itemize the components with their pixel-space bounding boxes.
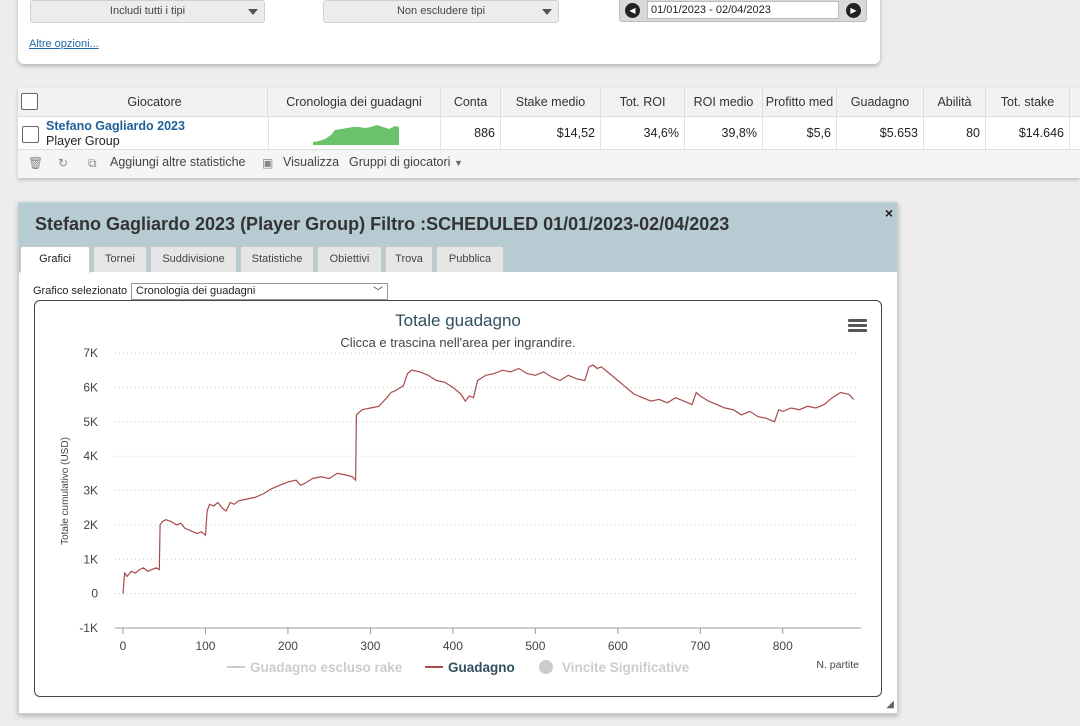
player-name-link[interactable]: Stefano Gagliardo 2023 — [46, 119, 185, 133]
chevron-down-icon — [542, 9, 552, 15]
tot-roi-value: 34,6% — [601, 117, 685, 150]
y-axis-label: Totale cumulativo (USD) — [60, 437, 71, 545]
series-line-guadagno — [122, 364, 855, 594]
stake-medio-value: $14,52 — [501, 117, 601, 150]
y-tick-label: 4K — [83, 449, 98, 463]
x-tick-label: 600 — [608, 639, 628, 653]
add-stats-button[interactable]: Aggiungi altre statistiche — [110, 155, 246, 169]
earnings-sparkline — [313, 125, 399, 145]
player-chart-dialog: Stefano Gagliardo 2023 (Player Group) Fi… — [18, 202, 898, 714]
column-header-roi-medio[interactable]: ROI medio — [685, 88, 763, 117]
tab-obiettivi[interactable]: Obiettivi — [317, 246, 382, 272]
type-exclude-dropdown[interactable]: Non escludere tipi — [323, 0, 559, 23]
type-exclude-value: Non escludere tipi — [396, 5, 486, 17]
date-range-input[interactable]: 01/01/2023 - 02/04/2023 — [647, 1, 839, 19]
column-header-guadagno[interactable]: Guadagno — [837, 88, 924, 117]
tab-pubblica[interactable]: Pubblica — [436, 246, 504, 272]
table-header: Giocatore Cronologia dei guadagni Conta … — [18, 88, 1080, 117]
tab-trova[interactable]: Trova — [385, 246, 433, 272]
conta-value: 886 — [441, 117, 501, 150]
column-header-abilita[interactable]: Abilità — [924, 88, 986, 117]
column-header-tot-roi[interactable]: Tot. ROI — [601, 88, 685, 117]
menu-icon-bar-2 — [848, 329, 867, 332]
menu-icon-bar-1 — [848, 324, 867, 327]
legend-item-guadagno: Guadagno — [448, 660, 515, 675]
player-type: Player Group — [46, 134, 120, 148]
tab-grafici[interactable]: Grafici — [20, 246, 90, 273]
roi-medio-value: 39,8% — [685, 117, 763, 150]
earnings-chart[interactable]: Totale guadagno Clicca e trascina nell'ar… — [35, 301, 881, 696]
y-tick-label: 5K — [83, 415, 98, 429]
y-tick-label: -1K — [79, 621, 98, 635]
player-groups-label: Gruppi di giocatori — [349, 155, 451, 169]
type-include-value: Includi tutti i tipi — [109, 5, 186, 17]
column-header-tot-stake[interactable]: Tot. stake — [986, 88, 1070, 117]
next-period-icon[interactable]: ▶ — [846, 3, 861, 18]
y-tick-label: 2K — [83, 518, 98, 532]
chevron-down-icon: ﹀ — [373, 287, 383, 298]
tab-suddivisione[interactable]: Suddivisione — [150, 246, 237, 272]
x-tick-label: 500 — [525, 639, 545, 653]
view-button[interactable]: Visualizza — [283, 155, 339, 169]
x-tick-label: 700 — [690, 639, 710, 653]
profitto-medio-value: $5,6 — [763, 117, 837, 150]
column-header-profitto-medio[interactable]: Profitto med — [763, 88, 837, 117]
legend-item-vincite: Vincite Significative — [562, 660, 690, 675]
tab-tornei[interactable]: Tornei — [93, 246, 147, 272]
table-toolbar: 🗑 ↻ ⧉ Aggiungi altre statistiche ▣ Visua… — [18, 151, 1080, 175]
chart-selector-value: Cronologia dei guadagni — [136, 285, 256, 297]
more-options-link[interactable]: Altre opzioni... — [29, 38, 99, 50]
y-tick-label: 7K — [83, 346, 98, 360]
chart-selector-label: Grafico selezionato — [33, 285, 128, 297]
table-row[interactable]: Stefano Gagliardo 2023 Player Group 886 … — [18, 117, 1080, 150]
image-icon: ▣ — [262, 156, 274, 170]
y-tick-label: 6K — [83, 380, 98, 394]
add-stats-icon: ⧉ — [88, 156, 97, 170]
row-checkbox[interactable] — [22, 126, 39, 143]
y-tick-label: 1K — [83, 552, 98, 566]
x-tick-label: 800 — [773, 639, 793, 653]
legend-symbol-vincite — [539, 660, 553, 674]
y-tick-label: 0 — [91, 587, 98, 601]
player-groups-menu[interactable]: Gruppi di giocatori ▼ — [349, 155, 463, 169]
legend-item-escluso-rake: Guadagno escluso rake — [250, 660, 403, 675]
resize-handle-icon[interactable]: ◢ — [886, 699, 894, 710]
chevron-down-icon: ▼ — [453, 158, 463, 168]
x-axis-label: N. partite — [816, 659, 859, 671]
dialog-title: Stefano Gagliardo 2023 (Player Group) Fi… — [35, 214, 730, 234]
dialog-header: Stefano Gagliardo 2023 (Player Group) Fi… — [19, 203, 897, 273]
stats-table: Giocatore Cronologia dei guadagni Conta … — [18, 88, 1080, 178]
close-icon[interactable]: × — [885, 205, 893, 221]
guadagno-value: $5.653 — [837, 117, 924, 150]
x-tick-label: 200 — [278, 639, 298, 653]
tab-statistiche[interactable]: Statistiche — [240, 246, 314, 272]
tot-stake-value: $14.646 — [986, 117, 1070, 150]
select-all-checkbox[interactable] — [21, 93, 38, 110]
refresh-icon[interactable]: ↻ — [58, 156, 68, 170]
type-include-dropdown[interactable]: Includi tutti i tipi — [30, 0, 265, 23]
date-range-picker: ◀ 01/01/2023 - 02/04/2023 ▶ — [619, 0, 867, 22]
y-tick-label: 3K — [83, 484, 98, 498]
column-header-giocatore[interactable]: Giocatore — [42, 88, 268, 117]
column-header-conta[interactable]: Conta — [441, 88, 501, 117]
column-header-cronologia[interactable]: Cronologia dei guadagni — [268, 88, 441, 117]
x-tick-label: 300 — [360, 639, 380, 653]
abilita-value: 80 — [924, 117, 986, 150]
previous-period-icon[interactable]: ◀ — [625, 3, 640, 18]
filter-panel: Includi tutti i tipi Non escludere tipi … — [18, 0, 880, 64]
column-header-stake-medio[interactable]: Stake medio — [501, 88, 601, 117]
chart-container[interactable]: Totale guadagno Clicca e trascina nell'ar… — [34, 300, 882, 697]
menu-icon-bar-0 — [848, 319, 867, 322]
chart-subtitle: Clicca e trascina nell'area per ingrandi… — [340, 335, 575, 350]
trash-icon[interactable]: 🗑 — [28, 156, 43, 170]
chart-title: Totale guadagno — [395, 311, 521, 330]
chevron-down-icon — [248, 9, 258, 15]
chart-selector[interactable]: Cronologia dei guadagni ﹀ — [131, 283, 388, 300]
sparkline-cell — [268, 117, 441, 150]
x-tick-label: 400 — [443, 639, 463, 653]
x-tick-label: 100 — [195, 639, 215, 653]
x-tick-label: 0 — [120, 639, 127, 653]
